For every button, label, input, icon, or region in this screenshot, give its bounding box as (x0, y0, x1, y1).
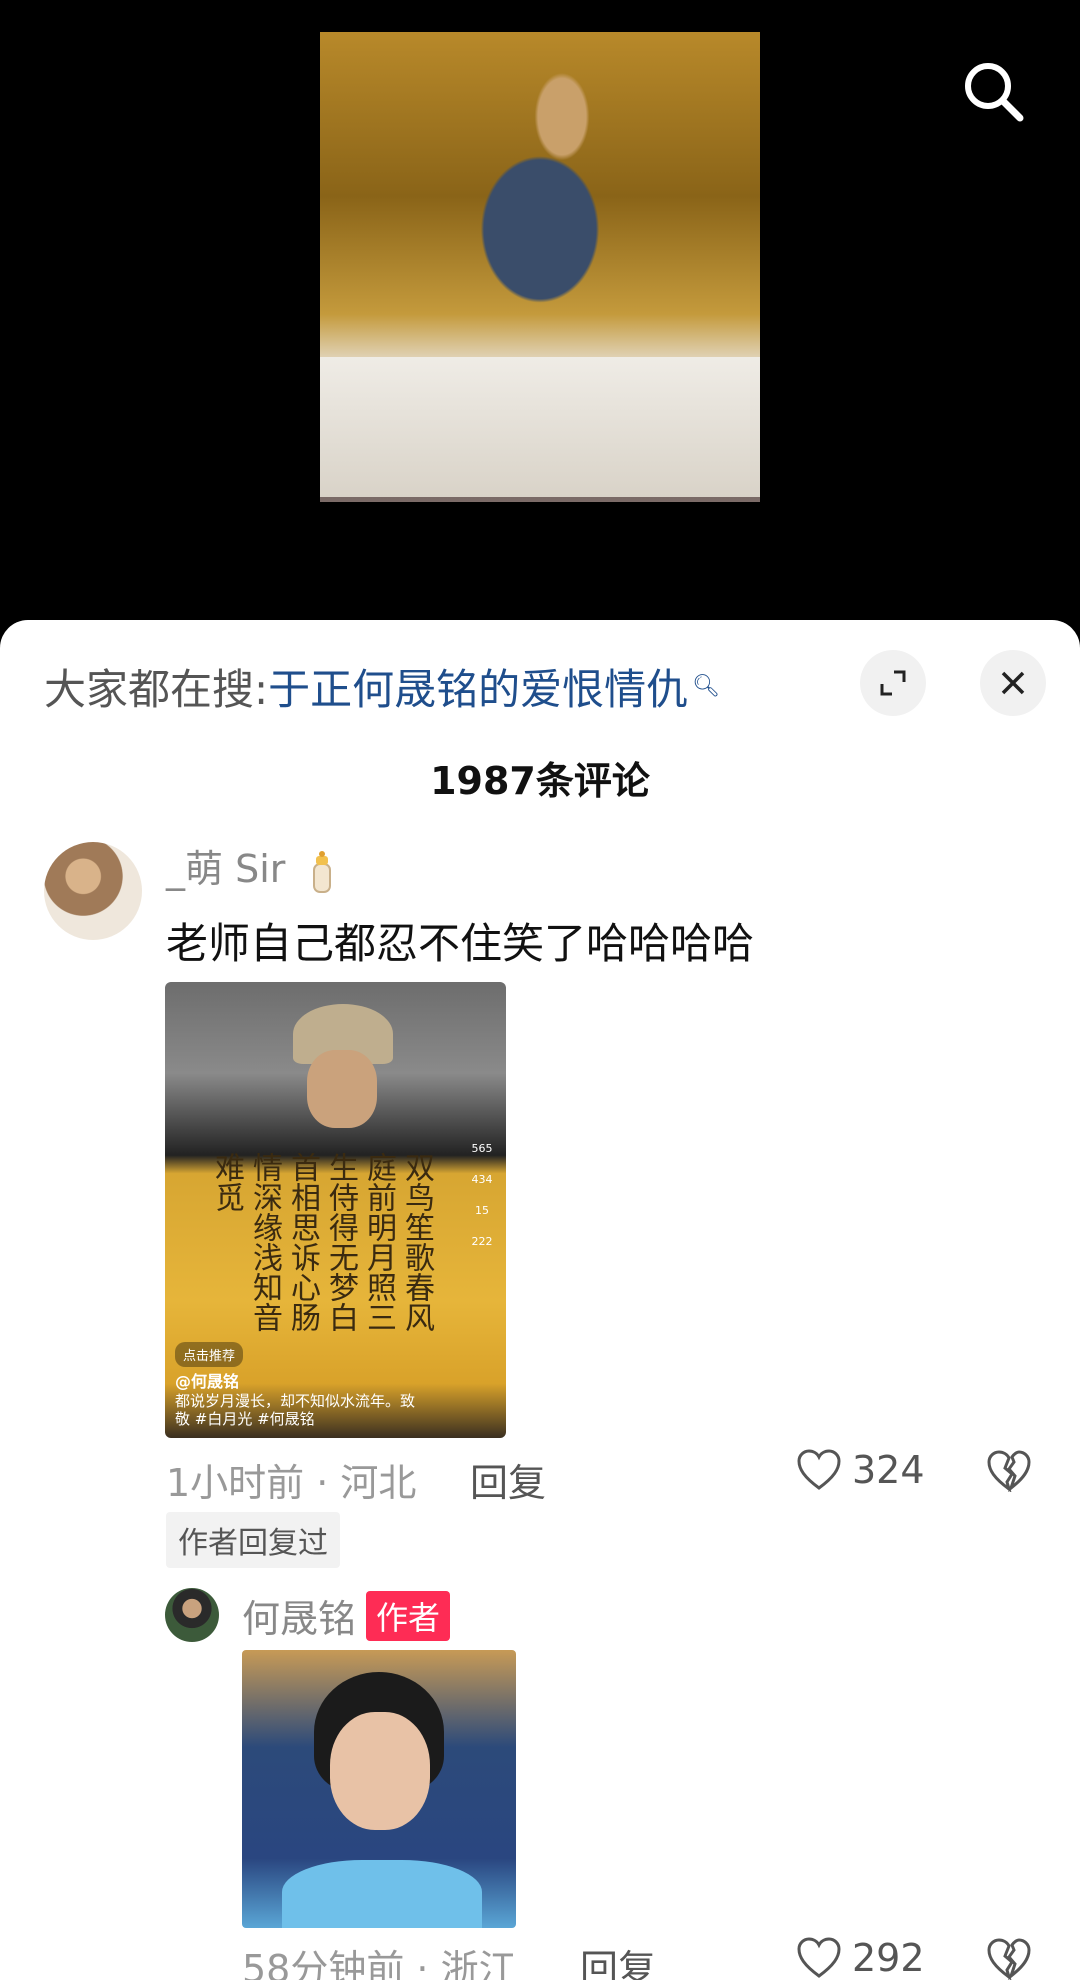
comment-meta: 1小时前 · 河北 (166, 1461, 417, 1505)
comment-image[interactable]: 双鸟笙歌春风庭前明月照三生侍得无梦白首相思诉心肠情深缘浅知音难觅 565 434… (165, 982, 506, 1438)
expand-button[interactable] (860, 650, 926, 716)
video-player[interactable] (0, 0, 1080, 640)
reply-image[interactable] (242, 1650, 516, 1928)
dislike-button[interactable] (986, 1938, 1032, 1980)
like-count: 292 (852, 1936, 925, 1980)
calligraphy-text: 双鸟笙歌春风庭前明月照三生侍得无梦白首相思诉心肠情深缘浅知音难觅 (209, 1152, 434, 1332)
search-prefix: 大家都在搜: (44, 664, 269, 714)
reply-button[interactable]: 回复 (470, 1452, 546, 1507)
reply-username[interactable]: 何晟铭 作者 (242, 1588, 451, 1643)
video-frame[interactable] (320, 32, 760, 502)
broken-heart-icon (987, 1450, 1031, 1493)
search-small-icon: 🔍︎ (692, 673, 721, 699)
side-count: 222 (471, 1235, 493, 1248)
image-caption: 都说岁月漫长，却不知似水流年。致敬 #白月光 #何晟铭 (175, 1392, 416, 1428)
comment-text: 老师自己都忍不住笑了哈哈哈哈 (166, 919, 755, 968)
expand-icon (880, 670, 906, 696)
video-paper (320, 357, 760, 497)
username-text: 何晟铭 (242, 1597, 357, 1641)
comments-sheet: 大家都在搜: 于正何晟铭的爱恨情仇 🔍︎ 1987条评论 _萌 Sir 老师自己… (0, 620, 1080, 1980)
broken-heart-icon (987, 1938, 1031, 1980)
heart-icon (797, 1449, 841, 1490)
image-username: @何晟铭 (175, 1372, 240, 1391)
baby-bottle-icon (313, 850, 332, 893)
image-tag: 点击推荐 (175, 1342, 244, 1367)
dislike-button[interactable] (986, 1450, 1032, 1496)
image-face (330, 1712, 430, 1830)
comment-meta: 58分钟前 · 浙江 (242, 1947, 517, 1980)
image-side-stats: 565 434 15 222 (464, 1142, 500, 1266)
author-badge: 作者 (366, 1590, 451, 1641)
image-body (282, 1860, 482, 1928)
username-text: _萌 Sir (166, 847, 286, 891)
search-suggestion[interactable]: 大家都在搜: 于正何晟铭的爱恨情仇 🔍︎ (44, 656, 720, 716)
side-count: 15 (475, 1204, 489, 1217)
heart-icon (797, 1937, 841, 1978)
side-count: 565 (471, 1142, 493, 1155)
like-count: 324 (852, 1448, 925, 1492)
side-count: 434 (471, 1173, 493, 1186)
reply-button[interactable]: 回复 (580, 1938, 656, 1980)
search-icon[interactable] (958, 56, 1030, 128)
image-face (307, 1050, 377, 1128)
video-blur (320, 497, 760, 502)
comment-count: 1987条评论 (430, 759, 650, 803)
close-button[interactable] (980, 650, 1046, 716)
avatar[interactable] (165, 1588, 219, 1642)
like-button[interactable]: 324 (796, 1448, 925, 1492)
avatar[interactable] (44, 842, 142, 940)
search-query-link[interactable]: 于正何晟铭的爱恨情仇 (268, 656, 688, 717)
close-icon (1001, 671, 1025, 695)
comment-username[interactable]: _萌 Sir (166, 838, 339, 894)
like-button[interactable]: 292 (796, 1936, 925, 1980)
author-replied-badge[interactable]: 作者回复过 (166, 1512, 340, 1568)
